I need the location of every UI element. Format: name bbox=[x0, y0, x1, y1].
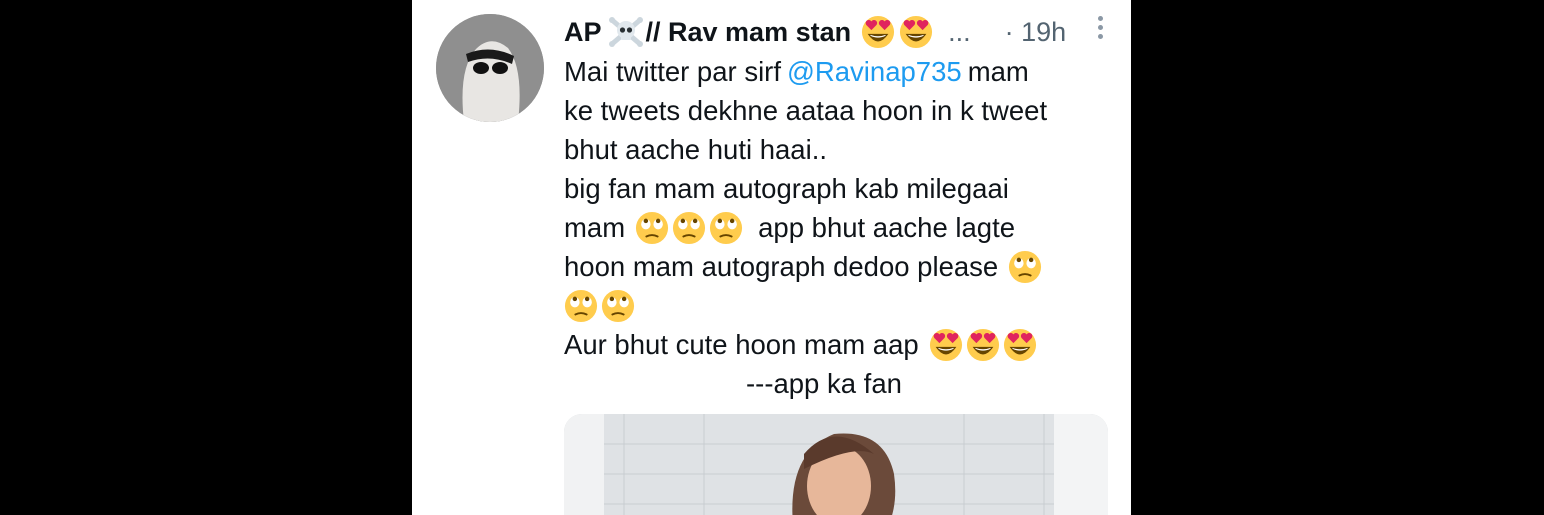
heart-eyes-icon bbox=[1003, 328, 1037, 362]
signature-text: ---app ka fan bbox=[746, 368, 902, 399]
tweet-card[interactable]: AP // Rav mam stan ... · 19h Mai twitter… bbox=[412, 0, 1131, 515]
rolling-eyes-icon bbox=[635, 211, 669, 245]
tweet-media-image[interactable] bbox=[564, 414, 1108, 515]
heart-eyes-icon bbox=[861, 15, 895, 49]
tweet-line: Mai twitter par sirf @Ravinap735 mam bbox=[564, 52, 1104, 91]
tweet-text-fragment: Aur bhut cute hoon mam aap bbox=[564, 329, 919, 360]
tweet-line: ke tweets dekhne aataa hoon in k tweet bbox=[564, 91, 1104, 130]
skull-crossbones-icon bbox=[608, 16, 644, 48]
rolling-eyes-icon bbox=[564, 289, 598, 323]
tweet-text-fragment: mam bbox=[564, 212, 626, 243]
heart-eyes-icon bbox=[929, 328, 963, 362]
author-name-suffix: // Rav mam stan bbox=[645, 16, 852, 47]
tweet-line: hoon mam autograph dedoo please bbox=[564, 247, 1104, 286]
rolling-eyes-icon bbox=[709, 211, 743, 245]
tweet-text-fragment: bhut aache huti haai.. bbox=[564, 134, 827, 165]
tweet-text-fragment: app bhut aache lagte bbox=[758, 212, 1016, 243]
tweet-line: bhut aache huti haai.. bbox=[564, 130, 1104, 169]
author-name[interactable]: AP // Rav mam stan ... bbox=[564, 15, 971, 49]
mention-link[interactable]: @Ravinap735 bbox=[787, 52, 962, 91]
heart-eyes-icon bbox=[966, 328, 1000, 362]
tweet-line: mam app bhut aache lagte bbox=[564, 208, 1104, 247]
tweet-line: ---app ka fan bbox=[564, 364, 1104, 403]
tweet-line: big fan mam autograph kab milegaai bbox=[564, 169, 1104, 208]
tweet-text-fragment: mam bbox=[967, 56, 1029, 87]
rolling-eyes-icon bbox=[601, 289, 635, 323]
author-name-prefix: AP bbox=[564, 16, 602, 47]
tweet-header: AP // Rav mam stan ... · 19h bbox=[564, 12, 1131, 52]
tweet-text-fragment: Mai twitter par sirf bbox=[564, 56, 781, 87]
rolling-eyes-icon bbox=[672, 211, 706, 245]
tweet-text-fragment: big fan mam autograph kab milegaai bbox=[564, 173, 1009, 204]
tweet-line: Aur bhut cute hoon mam aap bbox=[564, 325, 1104, 364]
tweet-line bbox=[564, 286, 1104, 325]
tweet-text: Mai twitter par sirf @Ravinap735 mam ke … bbox=[564, 52, 1104, 403]
more-options-icon[interactable] bbox=[1095, 16, 1105, 46]
avatar[interactable] bbox=[436, 14, 544, 122]
tweet-timestamp[interactable]: · 19h bbox=[1005, 17, 1067, 48]
tweet-text-fragment: hoon mam autograph dedoo please bbox=[564, 251, 999, 282]
name-truncation: ... bbox=[948, 16, 971, 47]
heart-eyes-icon bbox=[899, 15, 933, 49]
tweet-text-fragment: ke tweets dekhne aataa hoon in k tweet bbox=[564, 95, 1048, 126]
rolling-eyes-icon bbox=[1008, 250, 1042, 284]
